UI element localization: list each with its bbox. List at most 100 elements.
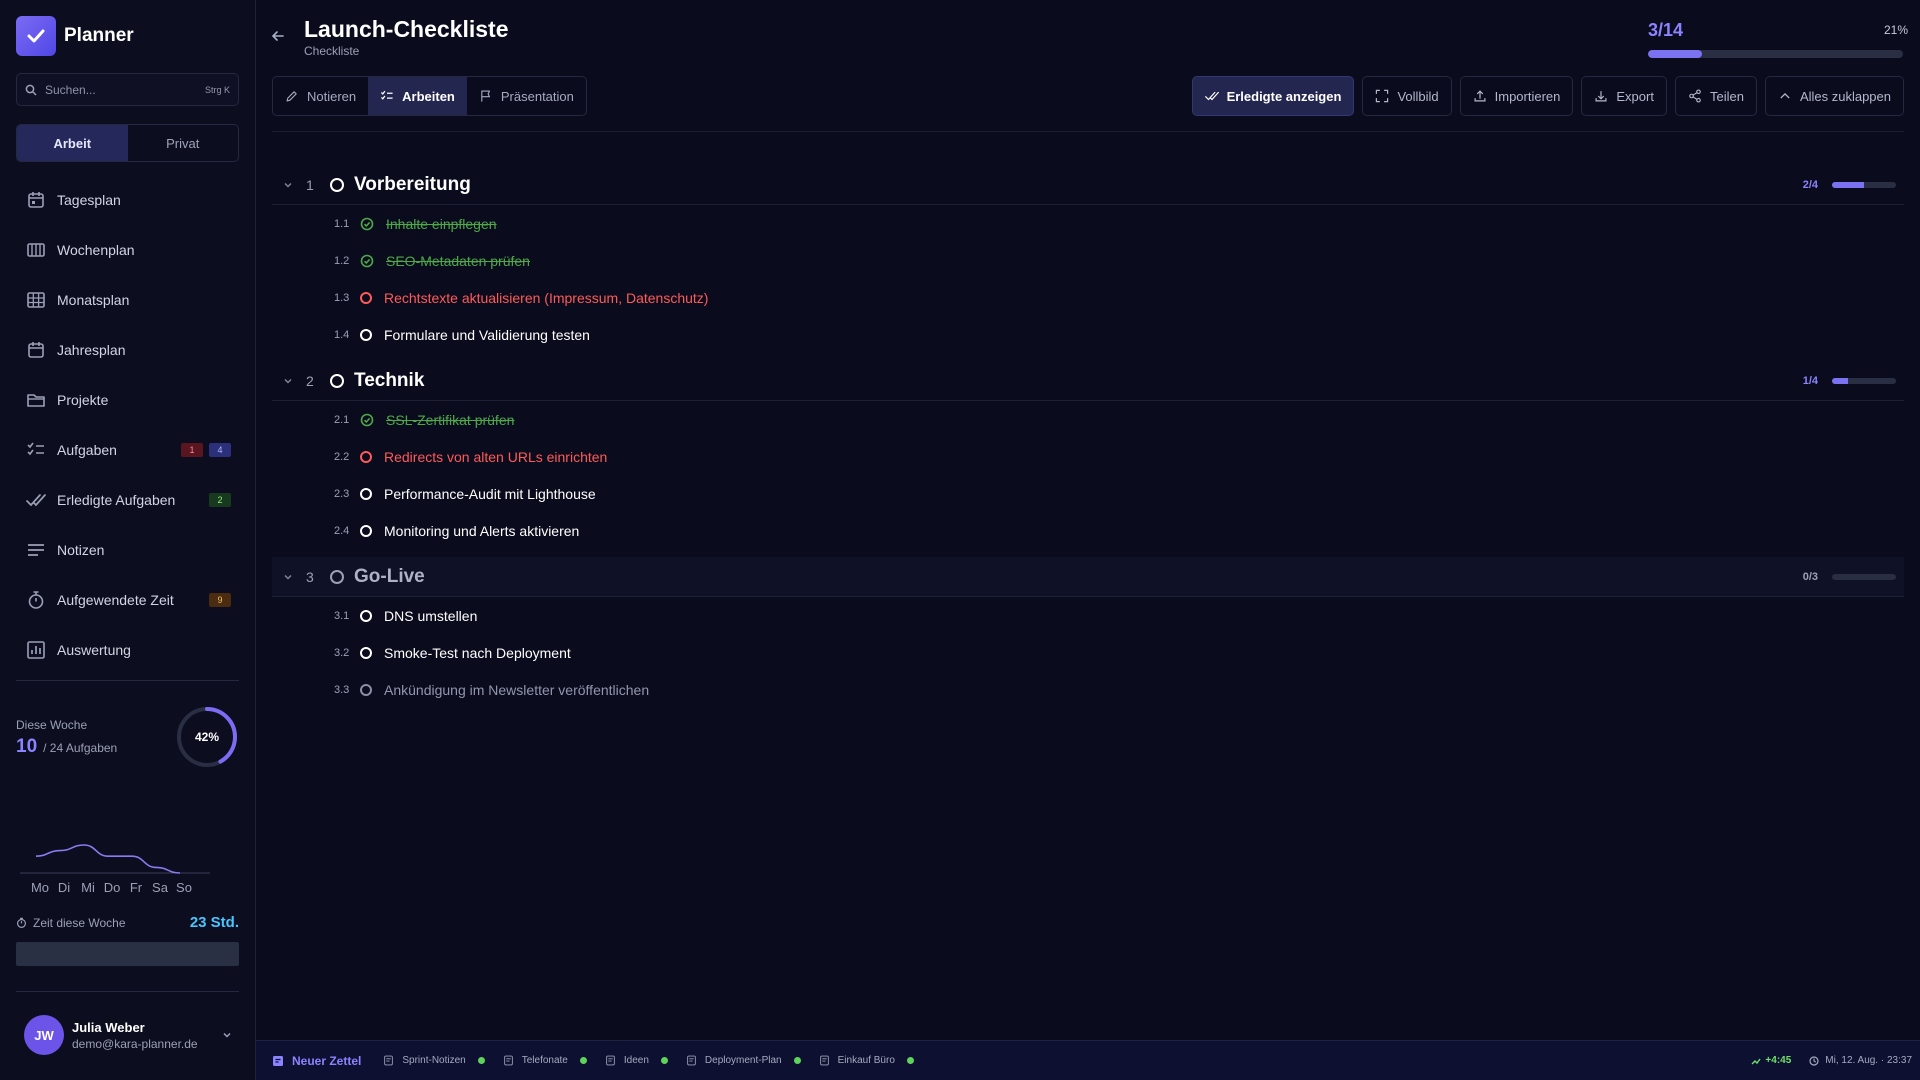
check-circle-icon[interactable] bbox=[360, 413, 374, 427]
week-time-label: Zeit diese Woche bbox=[33, 915, 126, 930]
item-number: 1.4 bbox=[334, 328, 350, 341]
tab-label: Arbeiten bbox=[402, 88, 455, 104]
sidebar-item-label: Projekte bbox=[57, 392, 109, 408]
chevron-down-icon[interactable] bbox=[222, 1030, 232, 1040]
task-status-circle[interactable] bbox=[360, 609, 372, 622]
note-tab[interactable]: Ideen bbox=[605, 1055, 668, 1066]
week-stats: Diese Woche 10 / 24 Aufgaben bbox=[16, 718, 117, 758]
sidebar-item-aufgewendete-zeit[interactable]: Aufgewendete Zeit 9 bbox=[16, 575, 239, 625]
item-number: 2.2 bbox=[334, 450, 350, 463]
group-progress-bar bbox=[1832, 573, 1896, 580]
sidebar-item-aufgaben[interactable]: Aufgaben 1 4 bbox=[16, 425, 239, 475]
new-note-button[interactable]: Neuer Zettel bbox=[272, 1054, 361, 1068]
checklist-item[interactable]: 3.1 DNS umstellen bbox=[272, 597, 1904, 634]
tab-präsentation[interactable]: Präsentation bbox=[467, 77, 586, 115]
workspace-tab-privat[interactable]: Privat bbox=[128, 125, 239, 161]
sidebar-item-erledigte-aufgaben[interactable]: Erledigte Aufgaben 2 bbox=[16, 475, 239, 525]
group-header[interactable]: 2 Technik 1/4 bbox=[272, 361, 1904, 401]
group-header[interactable]: 1 Vorbereitung 2/4 bbox=[272, 165, 1904, 205]
sidebar-item-notizen[interactable]: Notizen bbox=[16, 525, 239, 575]
item-text: Performance-Audit mit Lighthouse bbox=[384, 485, 596, 502]
workspace-tab-arbeit[interactable]: Arbeit bbox=[17, 125, 128, 161]
sidebar-item-label: Aufgewendete Zeit bbox=[57, 592, 174, 608]
day-label: Mi bbox=[81, 880, 95, 895]
check-circle-icon[interactable] bbox=[360, 217, 374, 231]
count-badge: 2 bbox=[209, 493, 231, 507]
sidebar-item-label: Erledigte Aufgaben bbox=[57, 492, 176, 508]
item-text: Inhalte einpflegen bbox=[386, 215, 497, 232]
chevron-down-icon[interactable] bbox=[282, 571, 294, 583]
note-tab[interactable]: Sprint-Notizen bbox=[383, 1055, 485, 1066]
task-status-circle[interactable] bbox=[360, 291, 372, 304]
sidebar-item-monatsplan[interactable]: Monatsplan bbox=[16, 275, 239, 325]
chevron-down-icon[interactable] bbox=[282, 375, 294, 387]
sidebar-item-projekte[interactable]: Projekte bbox=[16, 375, 239, 425]
item-number: 3.1 bbox=[334, 609, 350, 622]
user-email: demo@kara-planner.de bbox=[72, 1036, 198, 1051]
teilen-button[interactable]: Teilen bbox=[1674, 76, 1757, 116]
export-button[interactable]: Export bbox=[1581, 76, 1667, 116]
checklist-item[interactable]: 1.2 SEO-Metadaten prüfen bbox=[272, 242, 1904, 279]
check-circle-icon[interactable] bbox=[360, 254, 374, 268]
double-check-icon bbox=[1204, 91, 1219, 101]
action-label: Export bbox=[1616, 88, 1654, 104]
sidebar-item-auswertung[interactable]: Auswertung bbox=[16, 625, 239, 675]
alles-zuklappen-button[interactable]: Alles zuklappen bbox=[1764, 76, 1904, 116]
checklist-item[interactable]: 3.3 Ankündigung im Newsletter veröffentli… bbox=[272, 671, 1904, 708]
note-tab[interactable]: Deployment-Plan bbox=[686, 1055, 801, 1066]
checklist-item[interactable]: 3.2 Smoke-Test nach Deployment bbox=[272, 634, 1904, 671]
user-menu[interactable]: JW Julia Weber demo@kara-planner.de bbox=[24, 1015, 232, 1055]
task-status-circle[interactable] bbox=[360, 487, 372, 500]
sidebar-item-tagesplan[interactable]: Tagesplan bbox=[16, 175, 239, 225]
note-tab[interactable]: Einkauf Büro bbox=[819, 1055, 914, 1066]
item-text: DNS umstellen bbox=[384, 607, 478, 624]
item-text: SSL-Zertifikat prüfen bbox=[386, 411, 515, 428]
task-status-circle[interactable] bbox=[360, 328, 372, 341]
checklist-item[interactable]: 2.4 Monitoring und Alerts aktivieren bbox=[272, 512, 1904, 549]
group-status-circle[interactable] bbox=[330, 569, 344, 584]
group-status-circle[interactable] bbox=[330, 177, 344, 192]
chevron-up-icon bbox=[1780, 93, 1790, 99]
back-arrow-icon[interactable] bbox=[270, 28, 286, 44]
group-progress-fill bbox=[1832, 377, 1848, 384]
app-name: Planner bbox=[64, 25, 134, 46]
task-status-circle[interactable] bbox=[360, 524, 372, 537]
sidebar-item-label: Notizen bbox=[57, 542, 105, 558]
group-header[interactable]: 3 Go-Live 0/3 bbox=[272, 557, 1904, 597]
tab-label: Notieren bbox=[307, 88, 357, 104]
group-status-circle[interactable] bbox=[330, 373, 344, 388]
task-status-circle[interactable] bbox=[360, 683, 372, 696]
checklist-item[interactable]: 2.2 Redirects von alten URLs einrichten bbox=[272, 438, 1904, 475]
search-input[interactable]: Suchen... Strg K bbox=[16, 73, 239, 106]
main-content: Launch-Checkliste Checkliste 3/14 21% No… bbox=[256, 0, 1920, 1040]
action-label: Importieren bbox=[1494, 88, 1561, 104]
checklist-item[interactable]: 2.1 SSL-Zertifikat prüfen bbox=[272, 401, 1904, 438]
vollbild-button[interactable]: Vollbild bbox=[1362, 76, 1452, 116]
item-number: 1.2 bbox=[334, 254, 350, 267]
checklist-item[interactable]: 1.4 Formulare und Validierung testen bbox=[272, 316, 1904, 353]
sidebar-item-label: Monatsplan bbox=[57, 292, 130, 308]
sidebar-nav: Tagesplan Wochenplan Monatsplan Jahresplan P… bbox=[16, 175, 239, 675]
tab-notieren[interactable]: Notieren bbox=[273, 77, 368, 115]
brand[interactable]: Planner bbox=[16, 16, 134, 56]
checklist-item[interactable]: 2.3 Performance-Audit mit Lighthouse bbox=[272, 475, 1904, 512]
task-status-circle[interactable] bbox=[360, 450, 372, 463]
importieren-button[interactable]: Importieren bbox=[1459, 76, 1574, 116]
sidebar-item-jahresplan[interactable]: Jahresplan bbox=[16, 325, 239, 375]
day-label: Do bbox=[103, 880, 121, 895]
erledigte-anzeigen-button[interactable]: Erledigte anzeigen bbox=[1191, 76, 1355, 116]
view-tabs: Notieren Arbeiten Präsentation bbox=[272, 76, 587, 116]
tab-arbeiten[interactable]: Arbeiten bbox=[368, 77, 467, 115]
overall-progress-bar bbox=[1648, 50, 1903, 58]
sidebar-item-wochenplan[interactable]: Wochenplan bbox=[16, 225, 239, 275]
note-tab-label: Deployment-Plan bbox=[704, 1055, 782, 1066]
chevron-down-icon[interactable] bbox=[282, 179, 294, 191]
checklist-item[interactable]: 1.1 Inhalte einpflegen bbox=[272, 205, 1904, 242]
sidebar-item-label: Wochenplan bbox=[57, 242, 135, 258]
sidebar: Planner Suchen... Strg K Arbeit Privat T… bbox=[0, 0, 256, 1080]
checklist-item[interactable]: 1.3 Rechtstexte aktualisieren (Impressum,… bbox=[272, 279, 1904, 316]
task-status-circle[interactable] bbox=[360, 646, 372, 659]
note-tab[interactable]: Telefonate bbox=[503, 1055, 587, 1066]
page-title: Launch-Checkliste bbox=[304, 16, 509, 42]
group-progress-count: 1/4 bbox=[1802, 374, 1818, 387]
